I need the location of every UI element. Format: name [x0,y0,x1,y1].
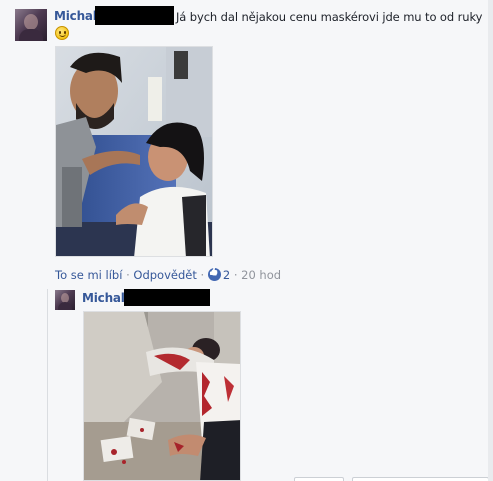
comment-actions: To se mi líbí · Odpovědět · 2 · 20 hod [55,268,281,282]
separator: · [126,268,130,282]
likes-count[interactable]: 2 [223,268,230,282]
makeup-artist-photo [56,47,212,256]
separator: · [200,268,205,282]
reply-link[interactable]: Odpovědět [133,268,196,282]
smile-emoji-icon [55,26,69,40]
reply-input-stub[interactable] [294,477,344,481]
timestamp[interactable]: 20 hod [241,268,281,282]
redacted-surname [95,6,174,25]
comment-thread: Michal Já bych dal nějakou cenu maskérov… [0,0,493,481]
reply-avatar[interactable] [55,290,75,310]
comment-photo[interactable] [55,46,213,257]
redacted-surname [124,289,210,306]
reply-author-name[interactable]: Michal [82,291,125,305]
staged-scene-photo [84,312,240,480]
commenter-avatar[interactable] [15,9,47,41]
like-badge-icon[interactable] [207,268,221,281]
reply-thread-line [47,289,48,481]
reply-photo[interactable] [83,311,241,481]
comment-text: Já bych dal nějakou cenu maskérovi jde m… [176,10,483,24]
reply-input-stub[interactable] [352,477,489,481]
separator: · [233,268,238,282]
commenter-name[interactable]: Michal [54,9,97,23]
like-link[interactable]: To se mi líbí [55,268,122,282]
